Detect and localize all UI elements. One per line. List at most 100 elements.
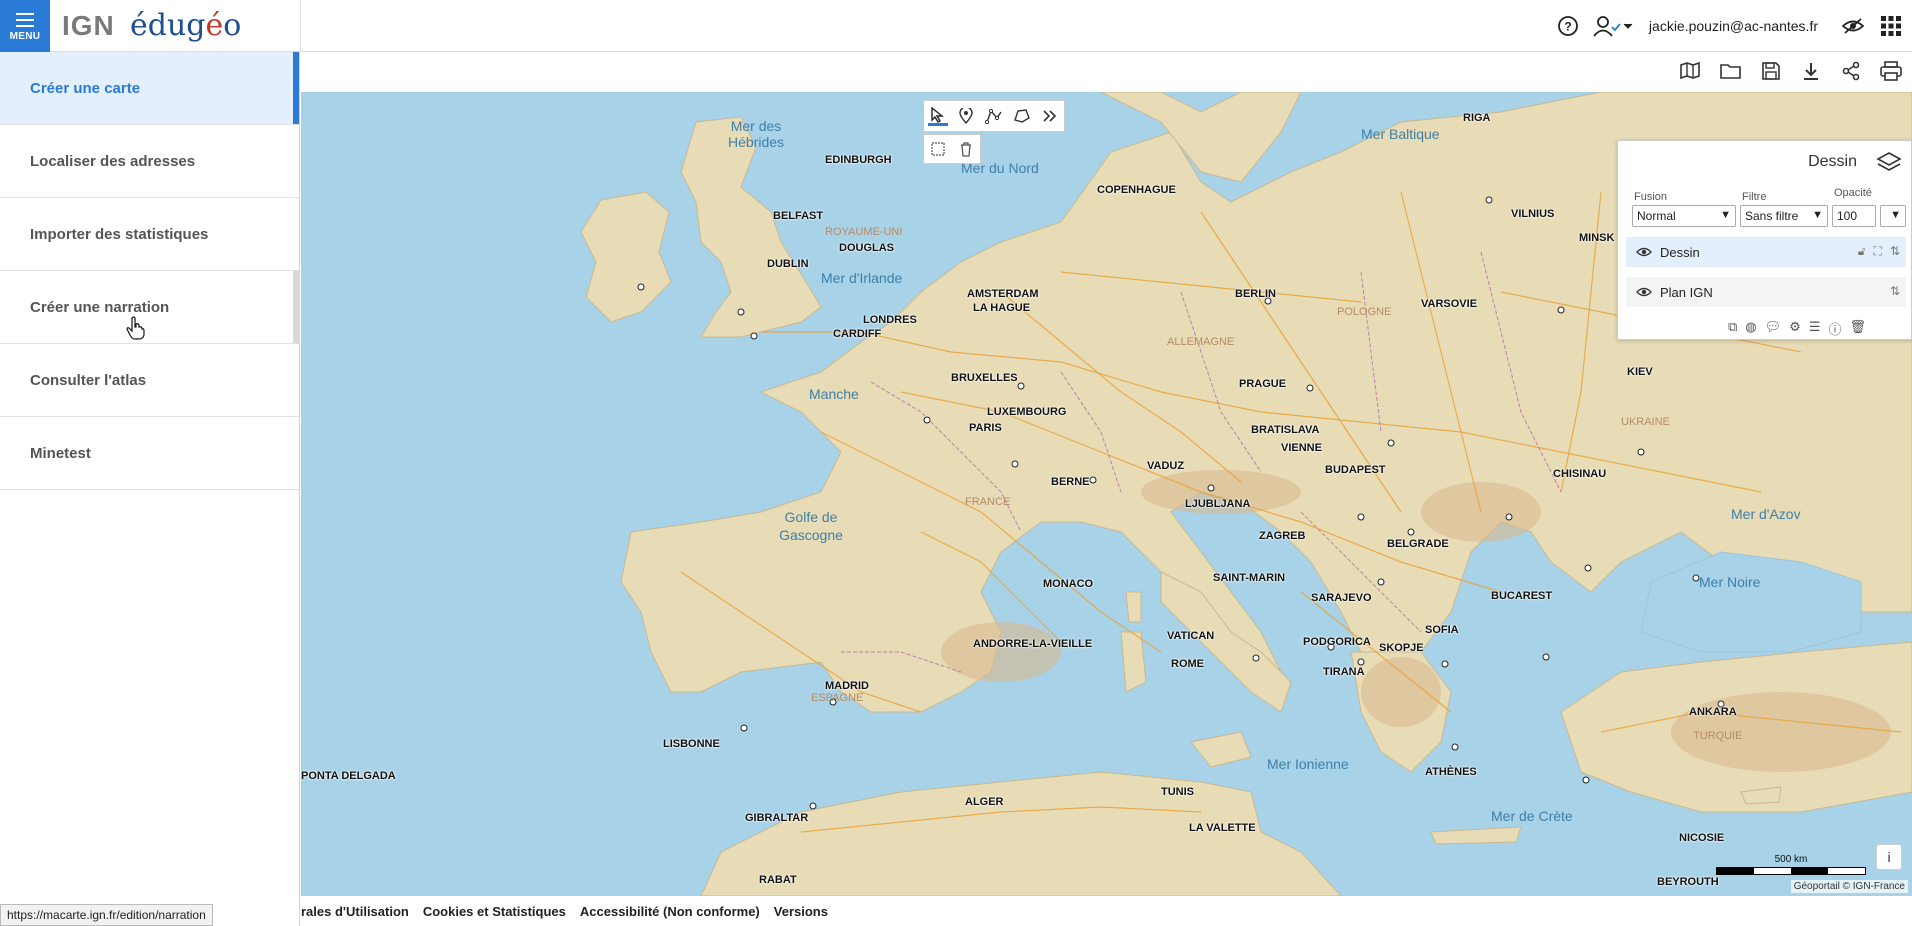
city-label: TIRANA	[1323, 666, 1365, 678]
city-label: PARIS	[969, 422, 1002, 434]
visibility-off-icon[interactable]	[1840, 13, 1866, 39]
browser-status-url: https://macarte.ign.fr/edition/narration	[0, 904, 213, 926]
fusion-select[interactable]: Normal ▼	[1632, 205, 1736, 227]
hand-cursor-icon	[126, 316, 146, 346]
filter-select[interactable]: Sans filtre ▼	[1740, 205, 1828, 227]
city-label: MINSK	[1579, 232, 1615, 244]
select-pointer-icon[interactable]	[928, 106, 948, 126]
city-label: LA HAGUE	[973, 302, 1031, 314]
reorder-icon[interactable]: ⇅	[1890, 284, 1900, 298]
header-actions: ? jackie.pouzin@ac-nantes.fr	[1555, 12, 1904, 40]
city-label: TUNIS	[1161, 786, 1194, 798]
eye-icon[interactable]	[1636, 284, 1652, 300]
more-tools-chevron-icon[interactable]	[1040, 106, 1060, 126]
fusion-label: Fusion	[1634, 191, 1668, 203]
city-label: BEYROUTH	[1657, 876, 1719, 888]
city-label: EDINBURGH	[825, 154, 892, 166]
layer-row-plan-ign[interactable]: Plan IGN ⇅	[1626, 277, 1906, 307]
edugeo-logo[interactable]: édugéo	[130, 8, 241, 43]
edugeo-logo-accent: é	[205, 8, 224, 43]
sidebar-item-import-statistics[interactable]: Importer des statistiques	[0, 198, 299, 271]
user-email[interactable]: jackie.pouzin@ac-nantes.fr	[1649, 18, 1818, 34]
trash-icon[interactable]	[956, 139, 976, 159]
map-info-button[interactable]: i	[1876, 844, 1902, 870]
city-label: ANKARA	[1689, 706, 1737, 718]
city-label: BRUXELLES	[951, 372, 1018, 384]
user-account-icon[interactable]	[1593, 13, 1633, 39]
city-label: VADUZ	[1147, 460, 1185, 472]
chevron-down-icon: ▼	[1890, 209, 1901, 221]
footer-link-versions[interactable]: Versions	[774, 904, 828, 919]
city-label: ZAGREB	[1259, 530, 1306, 542]
marker-point-icon[interactable]	[956, 106, 976, 126]
open-folder-icon[interactable]	[1718, 58, 1744, 84]
palette-icon[interactable]: ◍	[1745, 319, 1756, 338]
footer-link-terms[interactable]: rales d'Utilisation	[301, 904, 409, 919]
hamburger-icon	[16, 12, 34, 27]
delete-layer-icon[interactable]: 🗑︎	[1849, 319, 1866, 338]
drawing-toolbar	[923, 100, 1065, 132]
scale-bar: 500 km	[1716, 854, 1866, 875]
city-label: ANDORRE-LA-VIEILLE	[973, 638, 1093, 650]
menu-button[interactable]: MENU	[0, 0, 50, 52]
sea-label: Mer des Hébrides	[727, 118, 785, 150]
edugeo-logo-part-a: édug	[130, 8, 206, 43]
share-icon[interactable]	[1838, 58, 1864, 84]
sidebar-item-locate-addresses[interactable]: Localiser des adresses	[0, 125, 299, 198]
layer-actions: 🔓︎ ⛶ ⇅	[1858, 244, 1900, 259]
city-label: SOFIA	[1425, 624, 1459, 636]
layers-panel: Dessin Fusion Normal ▼ Filtre Sans filtre…	[1617, 140, 1912, 340]
scale-label: 500 km	[1774, 854, 1808, 865]
city-label: COPENHAGUE	[1097, 184, 1176, 196]
sidebar-item-create-narration[interactable]: Créer une narration	[0, 271, 299, 344]
map-view[interactable]: Mer des Hébrides Mer du Nord Mer Baltiqu…	[301, 92, 1912, 896]
reorder-icon[interactable]: ⇅	[1890, 244, 1900, 259]
city-label: DOUGLAS	[839, 242, 894, 254]
opacity-input[interactable]: 100	[1832, 205, 1876, 227]
draw-polygon-icon[interactable]	[1012, 106, 1032, 126]
layers-stack-icon[interactable]	[1875, 149, 1903, 177]
apps-grid-icon[interactable]	[1878, 13, 1904, 39]
eye-icon[interactable]	[1636, 244, 1652, 260]
city-label: RABAT	[759, 874, 797, 886]
lock-icon[interactable]: 🔓︎	[1858, 244, 1866, 259]
map-catalog-icon[interactable]	[1678, 58, 1704, 84]
sidebar-item-atlas[interactable]: Consulter l'atlas	[0, 344, 299, 417]
fullscreen-icon[interactable]: ⛶	[1874, 244, 1882, 259]
help-icon[interactable]: ?	[1555, 13, 1581, 39]
draw-line-icon[interactable]	[984, 106, 1004, 126]
header-divider	[300, 0, 301, 52]
country-label: POLOGNE	[1337, 306, 1392, 318]
print-icon[interactable]	[1878, 58, 1904, 84]
map-attribution[interactable]: Géoportail © IGN-France	[1790, 880, 1908, 893]
country-label: ROYAUME-UNI	[825, 226, 903, 238]
city-label: KIEV	[1627, 366, 1653, 378]
city-label: PONTA DELGADA	[301, 770, 396, 782]
info-circle-icon[interactable]: ⓘ	[1828, 319, 1841, 338]
app-header: MENU IGN édugéo ? jackie.pouzin@ac-nante…	[0, 0, 1912, 52]
layers-panel-actions: ⧉ ◍ 💬︎ ⚙ ☰ ⓘ 🗑︎	[1728, 319, 1866, 338]
sidebar-item-minetest[interactable]: Minetest	[0, 417, 299, 490]
chevron-down-icon: ▼	[1812, 209, 1823, 221]
add-layer-icon[interactable]: ⧉	[1728, 319, 1737, 338]
city-label: BELFAST	[773, 210, 824, 222]
city-label: RIGA	[1463, 112, 1491, 124]
filter-select-value: Sans filtre	[1745, 209, 1799, 223]
legend-list-icon[interactable]: ☰	[1809, 319, 1821, 338]
footer-link-cookies[interactable]: Cookies et Statistiques	[423, 904, 566, 919]
settings-gear-icon[interactable]: ⚙	[1789, 319, 1801, 338]
footer-link-accessibility[interactable]: Accessibilité (Non conforme)	[580, 904, 760, 919]
scale-bar-graphic	[1716, 867, 1866, 875]
sidebar-item-create-map[interactable]: Créer une carte	[0, 52, 299, 125]
city-label: MONACO	[1043, 578, 1094, 590]
comment-icon[interactable]: 💬︎	[1765, 319, 1782, 338]
city-label: LA VALETTE	[1189, 822, 1256, 834]
layer-row-dessin[interactable]: Dessin 🔓︎ ⛶ ⇅	[1626, 237, 1906, 267]
save-icon[interactable]	[1758, 58, 1784, 84]
city-label: VARSOVIE	[1421, 298, 1478, 310]
opacity-dropdown[interactable]: ▼	[1880, 205, 1906, 227]
country-label: FRANCE	[965, 496, 1011, 508]
select-rectangle-icon[interactable]	[928, 139, 948, 159]
download-icon[interactable]	[1798, 58, 1824, 84]
city-label: BELGRADE	[1387, 538, 1449, 550]
